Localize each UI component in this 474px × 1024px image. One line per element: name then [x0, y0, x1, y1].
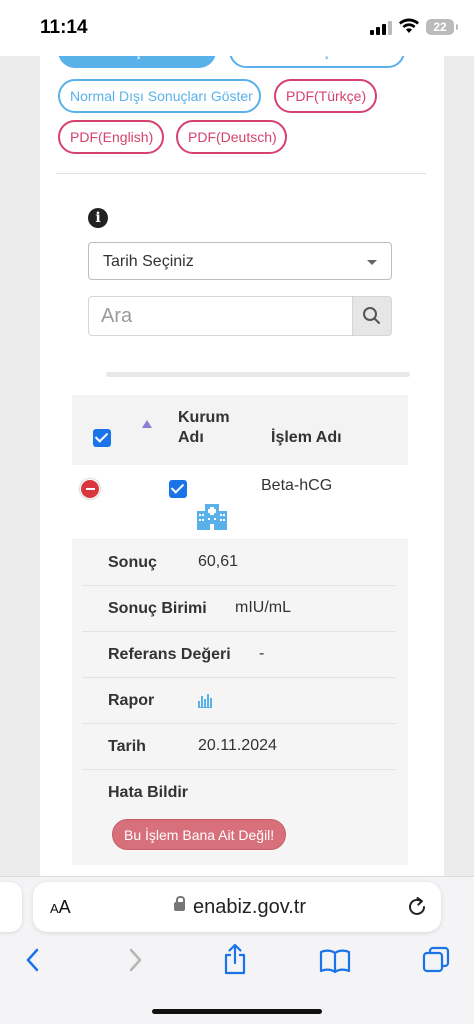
header-institution-line2: Adı [178, 429, 204, 446]
header-procedure[interactable]: İşlem Adı [271, 428, 342, 448]
unit-label: Sonuç Birimi [108, 600, 207, 617]
date-value: 20.11.2024 [198, 737, 277, 754]
chevron-down-icon [367, 260, 377, 265]
row-checkbox[interactable] [169, 480, 187, 498]
lock-icon [174, 896, 185, 911]
detail-reference: Referans Değeri - [82, 632, 396, 678]
web-content: Tüm Sonuçları Göster Normal Sonuçları Gö… [0, 56, 474, 876]
collapse-row-icon[interactable] [80, 479, 100, 499]
date-select[interactable]: Tarih Seçiniz [88, 242, 392, 280]
url-text: enabiz.gov.tr [193, 896, 307, 918]
battery-icon: 22 [426, 19, 458, 35]
date-select-value: Tarih Seçiniz [103, 253, 194, 270]
address-bar[interactable]: AA enabiz.gov.tr [33, 882, 441, 932]
search-input[interactable] [88, 296, 352, 336]
show-all-results-button[interactable]: Tüm Sonuçları Göster [58, 56, 216, 68]
row-details: Sonuç 60,61 Sonuç Birimi mIU/mL Referans… [72, 540, 408, 865]
divider [56, 173, 426, 174]
bookmarks-icon[interactable] [319, 948, 351, 974]
info-icon[interactable]: i [88, 208, 108, 228]
header-institution-line1: Kurum [178, 409, 230, 426]
status-time: 11:14 [40, 17, 88, 38]
report-label: Rapor [108, 692, 155, 709]
table-header: Kurum Adı İşlem Adı [72, 395, 408, 465]
search-button[interactable] [352, 296, 392, 336]
detail-report-error: Hata Bildir [82, 770, 396, 816]
browser-bottom-bar: AA enabiz.gov.tr [0, 876, 474, 1024]
tabs-icon[interactable] [422, 946, 450, 974]
report-chart-icon[interactable] [198, 694, 212, 708]
date-label: Tarih [108, 738, 146, 755]
search-group [88, 296, 392, 336]
results-table: Kurum Adı İşlem Adı Beta-hCG Sonuç 60,61… [72, 395, 408, 865]
show-normal-results-button[interactable]: Normal Sonuçları Göster [229, 56, 405, 68]
header-institution[interactable]: Kurum Adı [178, 408, 230, 448]
reference-value: - [259, 645, 265, 662]
text-size-button[interactable]: AA [50, 897, 71, 918]
procedure-name: Beta-hCG [261, 477, 333, 494]
previous-tab-preview[interactable] [0, 882, 22, 932]
search-icon [363, 307, 380, 324]
home-indicator [152, 1009, 322, 1014]
horizontal-scrollbar[interactable] [106, 372, 410, 377]
detail-unit: Sonuç Birimi mIU/mL [82, 586, 396, 632]
show-abnormal-results-button[interactable]: Normal Dışı Sonuçları Göster [58, 79, 261, 113]
status-bar: 11:14 22 [0, 0, 474, 56]
report-error-label: Hata Bildir [108, 784, 189, 801]
cellular-signal-icon [370, 21, 392, 35]
detail-date: Tarih 20.11.2024 [82, 724, 396, 770]
reload-icon[interactable] [406, 896, 428, 918]
wifi-icon [399, 18, 419, 33]
reference-label: Referans Değeri [108, 646, 231, 663]
pdf-german-button[interactable]: PDF(Deutsch) [176, 120, 287, 154]
hospital-icon [197, 504, 227, 530]
forward-icon[interactable] [124, 947, 146, 973]
detail-report: Rapor [82, 678, 396, 724]
sort-ascending-icon[interactable] [142, 420, 152, 428]
result-label: Sonuç [108, 554, 157, 571]
select-all-checkbox[interactable] [93, 429, 111, 447]
result-value: 60,61 [198, 553, 239, 570]
unit-value: mIU/mL [235, 599, 291, 616]
detail-result: Sonuç 60,61 [82, 540, 396, 586]
pdf-english-button[interactable]: PDF(English) [58, 120, 164, 154]
pdf-turkish-button[interactable]: PDF(Türkçe) [274, 79, 377, 113]
share-icon[interactable] [222, 943, 248, 975]
table-row[interactable]: Beta-hCG [72, 465, 408, 540]
back-icon[interactable] [22, 947, 44, 973]
not-mine-button[interactable]: Bu İşlem Bana Ait Değil! [112, 819, 287, 850]
